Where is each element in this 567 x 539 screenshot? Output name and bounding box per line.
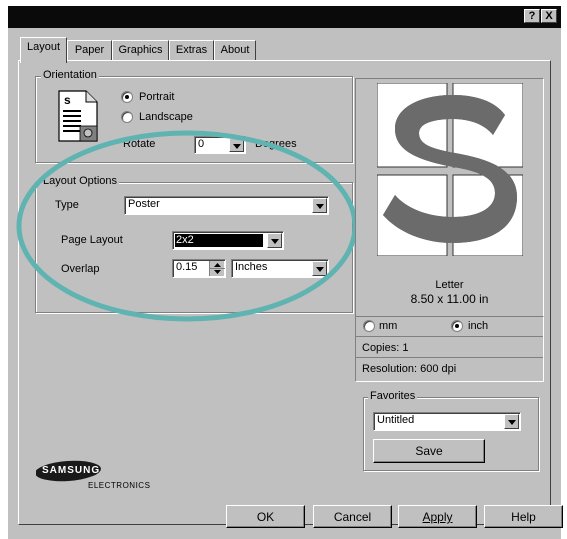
paper-size: 8.50 x 11.00 in [410,292,489,306]
tab-about-label: About [220,44,250,56]
mm-radio[interactable] [363,320,375,332]
portrait-label: Portrait [139,91,175,103]
logo-brand-text: SAMSUNG [42,465,101,476]
save-favorite-button[interactable]: Save [373,439,485,463]
tab-paper-label: Paper [74,44,105,56]
tab-about[interactable]: About [214,40,256,60]
title-bar: ? X [8,6,561,28]
tab-extras-label: Extras [175,44,208,56]
page-icon-letter: s [64,93,71,107]
divider [356,357,543,358]
inch-label: inch [468,320,489,332]
tab-extras[interactable]: Extras [169,40,214,60]
favorites-group-label: Favorites [368,390,418,402]
help-button[interactable]: Help [484,505,563,528]
apply-button-label: Apply [422,510,453,524]
highlight-ellipse [14,128,360,324]
tab-layout[interactable]: Layout [20,37,67,63]
tab-paper[interactable]: Paper [67,40,112,60]
orientation-group-label: Orientation [41,69,99,81]
inch-radio[interactable] [451,320,463,332]
favorites-select[interactable]: Untitled [373,412,521,431]
samsung-logo: SAMSUNG ELECTRONICS [36,460,150,498]
divider [356,336,543,337]
tab-layout-label: Layout [26,41,61,53]
cancel-button[interactable]: Cancel [313,505,392,528]
paper-name: Letter [435,279,464,291]
ok-button[interactable]: OK [226,505,305,528]
resolution-info: Resolution: 600 dpi [362,363,457,375]
tab-graphics[interactable]: Graphics [112,40,169,60]
chevron-down-icon[interactable] [504,414,519,429]
copies-info: Copies: 1 [362,342,409,354]
help-title-button[interactable]: ? [524,9,540,23]
landscape-label: Landscape [139,111,193,123]
portrait-radio[interactable] [121,91,133,103]
logo-sub-text: ELECTRONICS [88,481,151,490]
tab-graphics-label: Graphics [118,44,163,56]
landscape-radio[interactable] [121,111,133,123]
mm-label: mm [379,320,398,332]
close-title-button[interactable]: X [541,9,557,23]
favorites-value: Untitled [377,414,415,426]
apply-button[interactable]: Apply [398,505,477,528]
poster-preview-image [376,82,524,257]
